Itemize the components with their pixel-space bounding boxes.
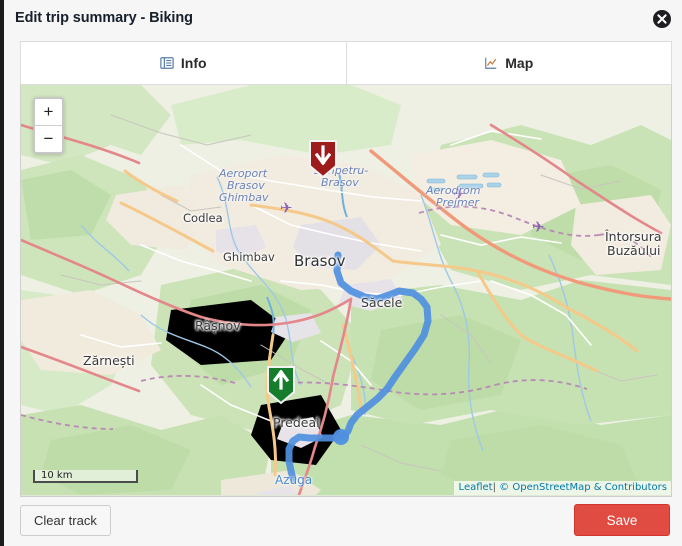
zoom-in-button[interactable]: +: [35, 99, 62, 126]
openstreetmap-link[interactable]: © OpenStreetMap & Contributors: [499, 482, 667, 493]
dialog-title: Edit trip summary - Biking: [15, 10, 193, 26]
dialog-header: Edit trip summary - Biking: [8, 0, 682, 38]
close-icon[interactable]: [652, 9, 672, 29]
dialog-footer: Clear track Save: [8, 498, 682, 546]
zoom-out-button[interactable]: −: [35, 126, 62, 152]
table-columns-icon: [160, 56, 174, 70]
chart-line-icon: [484, 56, 498, 70]
map-attribution: Leaflet| © OpenStreetMap & Contributors: [453, 481, 671, 495]
end-marker[interactable]: [308, 140, 338, 178]
tab-map-label: Map: [505, 55, 534, 71]
leaflet-link[interactable]: Leaflet: [459, 482, 493, 493]
edit-trip-summary-dialog: Edit trip summary - Biking Info Map ✈ ✈ …: [0, 0, 682, 546]
attribution-separator: |: [492, 482, 496, 493]
map-panel[interactable]: ✈ ✈ ✈ Aeroport Brasov Ghimbav Sânpetru- …: [20, 85, 672, 497]
save-button[interactable]: Save: [574, 504, 670, 536]
map-zoom-control: + −: [33, 97, 64, 154]
map-canvas[interactable]: ✈ ✈ ✈ Aeroport Brasov Ghimbav Sânpetru- …: [21, 85, 671, 495]
start-marker[interactable]: [266, 366, 296, 404]
tab-info-label: Info: [180, 55, 207, 71]
map-tiles: [21, 85, 671, 495]
dialog-tabs: Info Map: [20, 41, 672, 85]
tab-info[interactable]: Info: [20, 41, 347, 85]
map-scale-bar: 10 km: [33, 470, 138, 483]
clear-track-button[interactable]: Clear track: [20, 505, 111, 536]
tab-map[interactable]: Map: [346, 41, 672, 85]
